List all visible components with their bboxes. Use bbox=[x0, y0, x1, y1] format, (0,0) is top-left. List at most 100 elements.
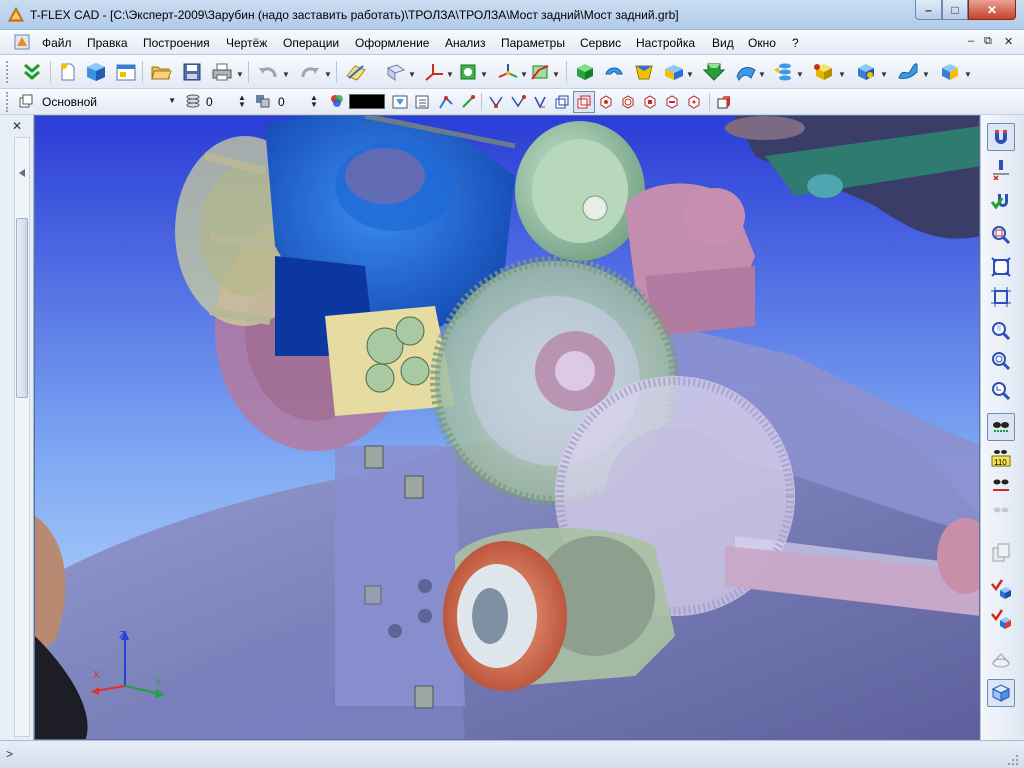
print-icon[interactable] bbox=[210, 60, 234, 84]
menu-service[interactable]: Сервис bbox=[580, 36, 621, 50]
check-body-icon[interactable] bbox=[987, 575, 1015, 603]
double-chevron-icon[interactable] bbox=[20, 60, 44, 84]
open-folder-icon[interactable] bbox=[149, 60, 173, 84]
box-select-icon[interactable] bbox=[713, 91, 735, 113]
3d-path-dropdown[interactable]: ▼ bbox=[552, 70, 560, 79]
array-icon[interactable] bbox=[772, 60, 796, 84]
toggle-visibility-icon[interactable] bbox=[987, 473, 1015, 501]
select-solid-icon[interactable] bbox=[573, 91, 595, 113]
smooth-icon[interactable] bbox=[734, 60, 758, 84]
lcs-dropdown[interactable]: ▼ bbox=[446, 70, 454, 79]
close-icon[interactable]: ✕ bbox=[12, 119, 22, 133]
sweep-icon[interactable] bbox=[662, 60, 686, 84]
select-assembly-icon[interactable] bbox=[617, 91, 639, 113]
zoom-all-icon[interactable] bbox=[987, 283, 1015, 311]
zoom-in-icon[interactable] bbox=[987, 317, 1015, 345]
zoom-fit-icon[interactable] bbox=[987, 253, 1015, 281]
surface-dropdown[interactable]: ▼ bbox=[922, 70, 930, 79]
menu-design[interactable]: Оформление bbox=[355, 36, 429, 50]
select-element-icon[interactable] bbox=[661, 91, 683, 113]
redo-dropdown[interactable]: ▼ bbox=[324, 70, 332, 79]
menu-parameters[interactable]: Параметры bbox=[501, 36, 565, 50]
minimize-button[interactable]: – bbox=[915, 0, 942, 20]
3d-path-icon[interactable] bbox=[528, 60, 552, 84]
loft-icon[interactable] bbox=[632, 60, 656, 84]
show-hidden-icon[interactable] bbox=[987, 413, 1015, 441]
check-model-icon[interactable] bbox=[987, 605, 1015, 633]
profile-icon[interactable] bbox=[456, 60, 480, 84]
layer-combo[interactable]: Основной ▼ bbox=[40, 93, 178, 111]
shell-icon[interactable] bbox=[854, 60, 878, 84]
profile-dropdown[interactable]: ▼ bbox=[480, 70, 488, 79]
menu-window[interactable]: Окно bbox=[748, 36, 776, 50]
scrollbar-thumb[interactable] bbox=[16, 218, 28, 398]
undo-icon[interactable] bbox=[256, 60, 280, 84]
close-button[interactable]: ✕ bbox=[968, 0, 1016, 20]
menu-settings[interactable]: Настройка bbox=[636, 36, 695, 50]
menu-drawing[interactable]: Чертёж bbox=[226, 36, 267, 50]
menu-operations[interactable]: Операции bbox=[283, 36, 339, 50]
color-swatch[interactable] bbox=[349, 94, 385, 109]
mdi-minimize-button[interactable]: – bbox=[968, 35, 974, 47]
menu-edit[interactable]: Правка bbox=[87, 36, 128, 50]
body-icon[interactable] bbox=[812, 60, 836, 84]
panel-scrollbar[interactable] bbox=[14, 137, 30, 737]
chevron-down-icon[interactable]: ▼ bbox=[168, 96, 176, 105]
select-loop-icon[interactable] bbox=[485, 91, 507, 113]
boolean-icon[interactable] bbox=[702, 60, 726, 84]
select-face-edge-icon[interactable] bbox=[507, 91, 529, 113]
mdi-close-button[interactable]: ✕ bbox=[1004, 35, 1013, 48]
print-dropdown[interactable]: ▼ bbox=[236, 70, 244, 79]
shell-dropdown[interactable]: ▼ bbox=[880, 70, 888, 79]
3d-viewport[interactable]: Z Y X bbox=[34, 115, 980, 740]
menu-view[interactable]: Вид bbox=[712, 36, 734, 50]
select-body-icon[interactable] bbox=[551, 91, 573, 113]
filter-icon[interactable] bbox=[389, 91, 411, 113]
snap-point-icon[interactable] bbox=[987, 155, 1015, 183]
menu-help[interactable]: ? bbox=[792, 36, 799, 50]
select-curve-icon[interactable] bbox=[529, 91, 551, 113]
zoom-window-icon[interactable] bbox=[987, 221, 1015, 249]
resize-grip-icon[interactable] bbox=[1006, 753, 1020, 767]
toolbar-grip[interactable] bbox=[6, 61, 9, 83]
snap-check-icon[interactable] bbox=[987, 187, 1015, 215]
surface-icon[interactable] bbox=[896, 60, 920, 84]
select-edges-icon[interactable] bbox=[435, 91, 457, 113]
maximize-button[interactable]: □ bbox=[942, 0, 968, 20]
array-dropdown[interactable]: ▼ bbox=[796, 70, 804, 79]
menu-construct[interactable]: Построения bbox=[143, 36, 210, 50]
numbering-icon[interactable]: 110 bbox=[987, 445, 1015, 473]
zoom-out-icon[interactable] bbox=[987, 347, 1015, 375]
snap-magnet-icon[interactable] bbox=[987, 123, 1015, 151]
sweep-dropdown[interactable]: ▼ bbox=[686, 70, 694, 79]
extrude-icon[interactable] bbox=[572, 60, 596, 84]
document-menu-icon[interactable] bbox=[14, 34, 30, 50]
3d-view-icon[interactable] bbox=[987, 679, 1015, 707]
copy-icon[interactable] bbox=[987, 539, 1015, 567]
zoom-prev-icon[interactable] bbox=[987, 377, 1015, 405]
bend-dropdown[interactable]: ▼ bbox=[964, 70, 972, 79]
3d-node-icon[interactable] bbox=[496, 60, 520, 84]
menu-analysis[interactable]: Анализ bbox=[445, 36, 486, 50]
menu-file[interactable]: Файл bbox=[42, 36, 72, 50]
select-fragment-icon[interactable] bbox=[595, 91, 617, 113]
select-operation-icon[interactable] bbox=[639, 91, 661, 113]
show-all-icon[interactable] bbox=[987, 499, 1015, 527]
workplane-dropdown[interactable]: ▼ bbox=[408, 70, 416, 79]
filter-list-icon[interactable] bbox=[411, 91, 433, 113]
3d-node-dropdown[interactable]: ▼ bbox=[520, 70, 528, 79]
select-other-icon[interactable] bbox=[683, 91, 705, 113]
priority-spinner[interactable]: ▲ ▼ bbox=[310, 94, 318, 109]
color-palette-icon[interactable] bbox=[326, 90, 348, 112]
new-document-icon[interactable] bbox=[56, 60, 80, 84]
redo-icon[interactable] bbox=[298, 60, 322, 84]
new-drawing-icon[interactable] bbox=[114, 60, 138, 84]
command-prompt[interactable]: > bbox=[6, 747, 13, 761]
body-dropdown[interactable]: ▼ bbox=[838, 70, 846, 79]
smooth-dropdown[interactable]: ▼ bbox=[758, 70, 766, 79]
toolbar-grip[interactable] bbox=[6, 92, 9, 112]
new-3d-model-icon[interactable] bbox=[84, 60, 108, 84]
mdi-restore-button[interactable]: ⧉ bbox=[984, 35, 992, 48]
bend-icon[interactable] bbox=[938, 60, 962, 84]
undo-dropdown[interactable]: ▼ bbox=[282, 70, 290, 79]
